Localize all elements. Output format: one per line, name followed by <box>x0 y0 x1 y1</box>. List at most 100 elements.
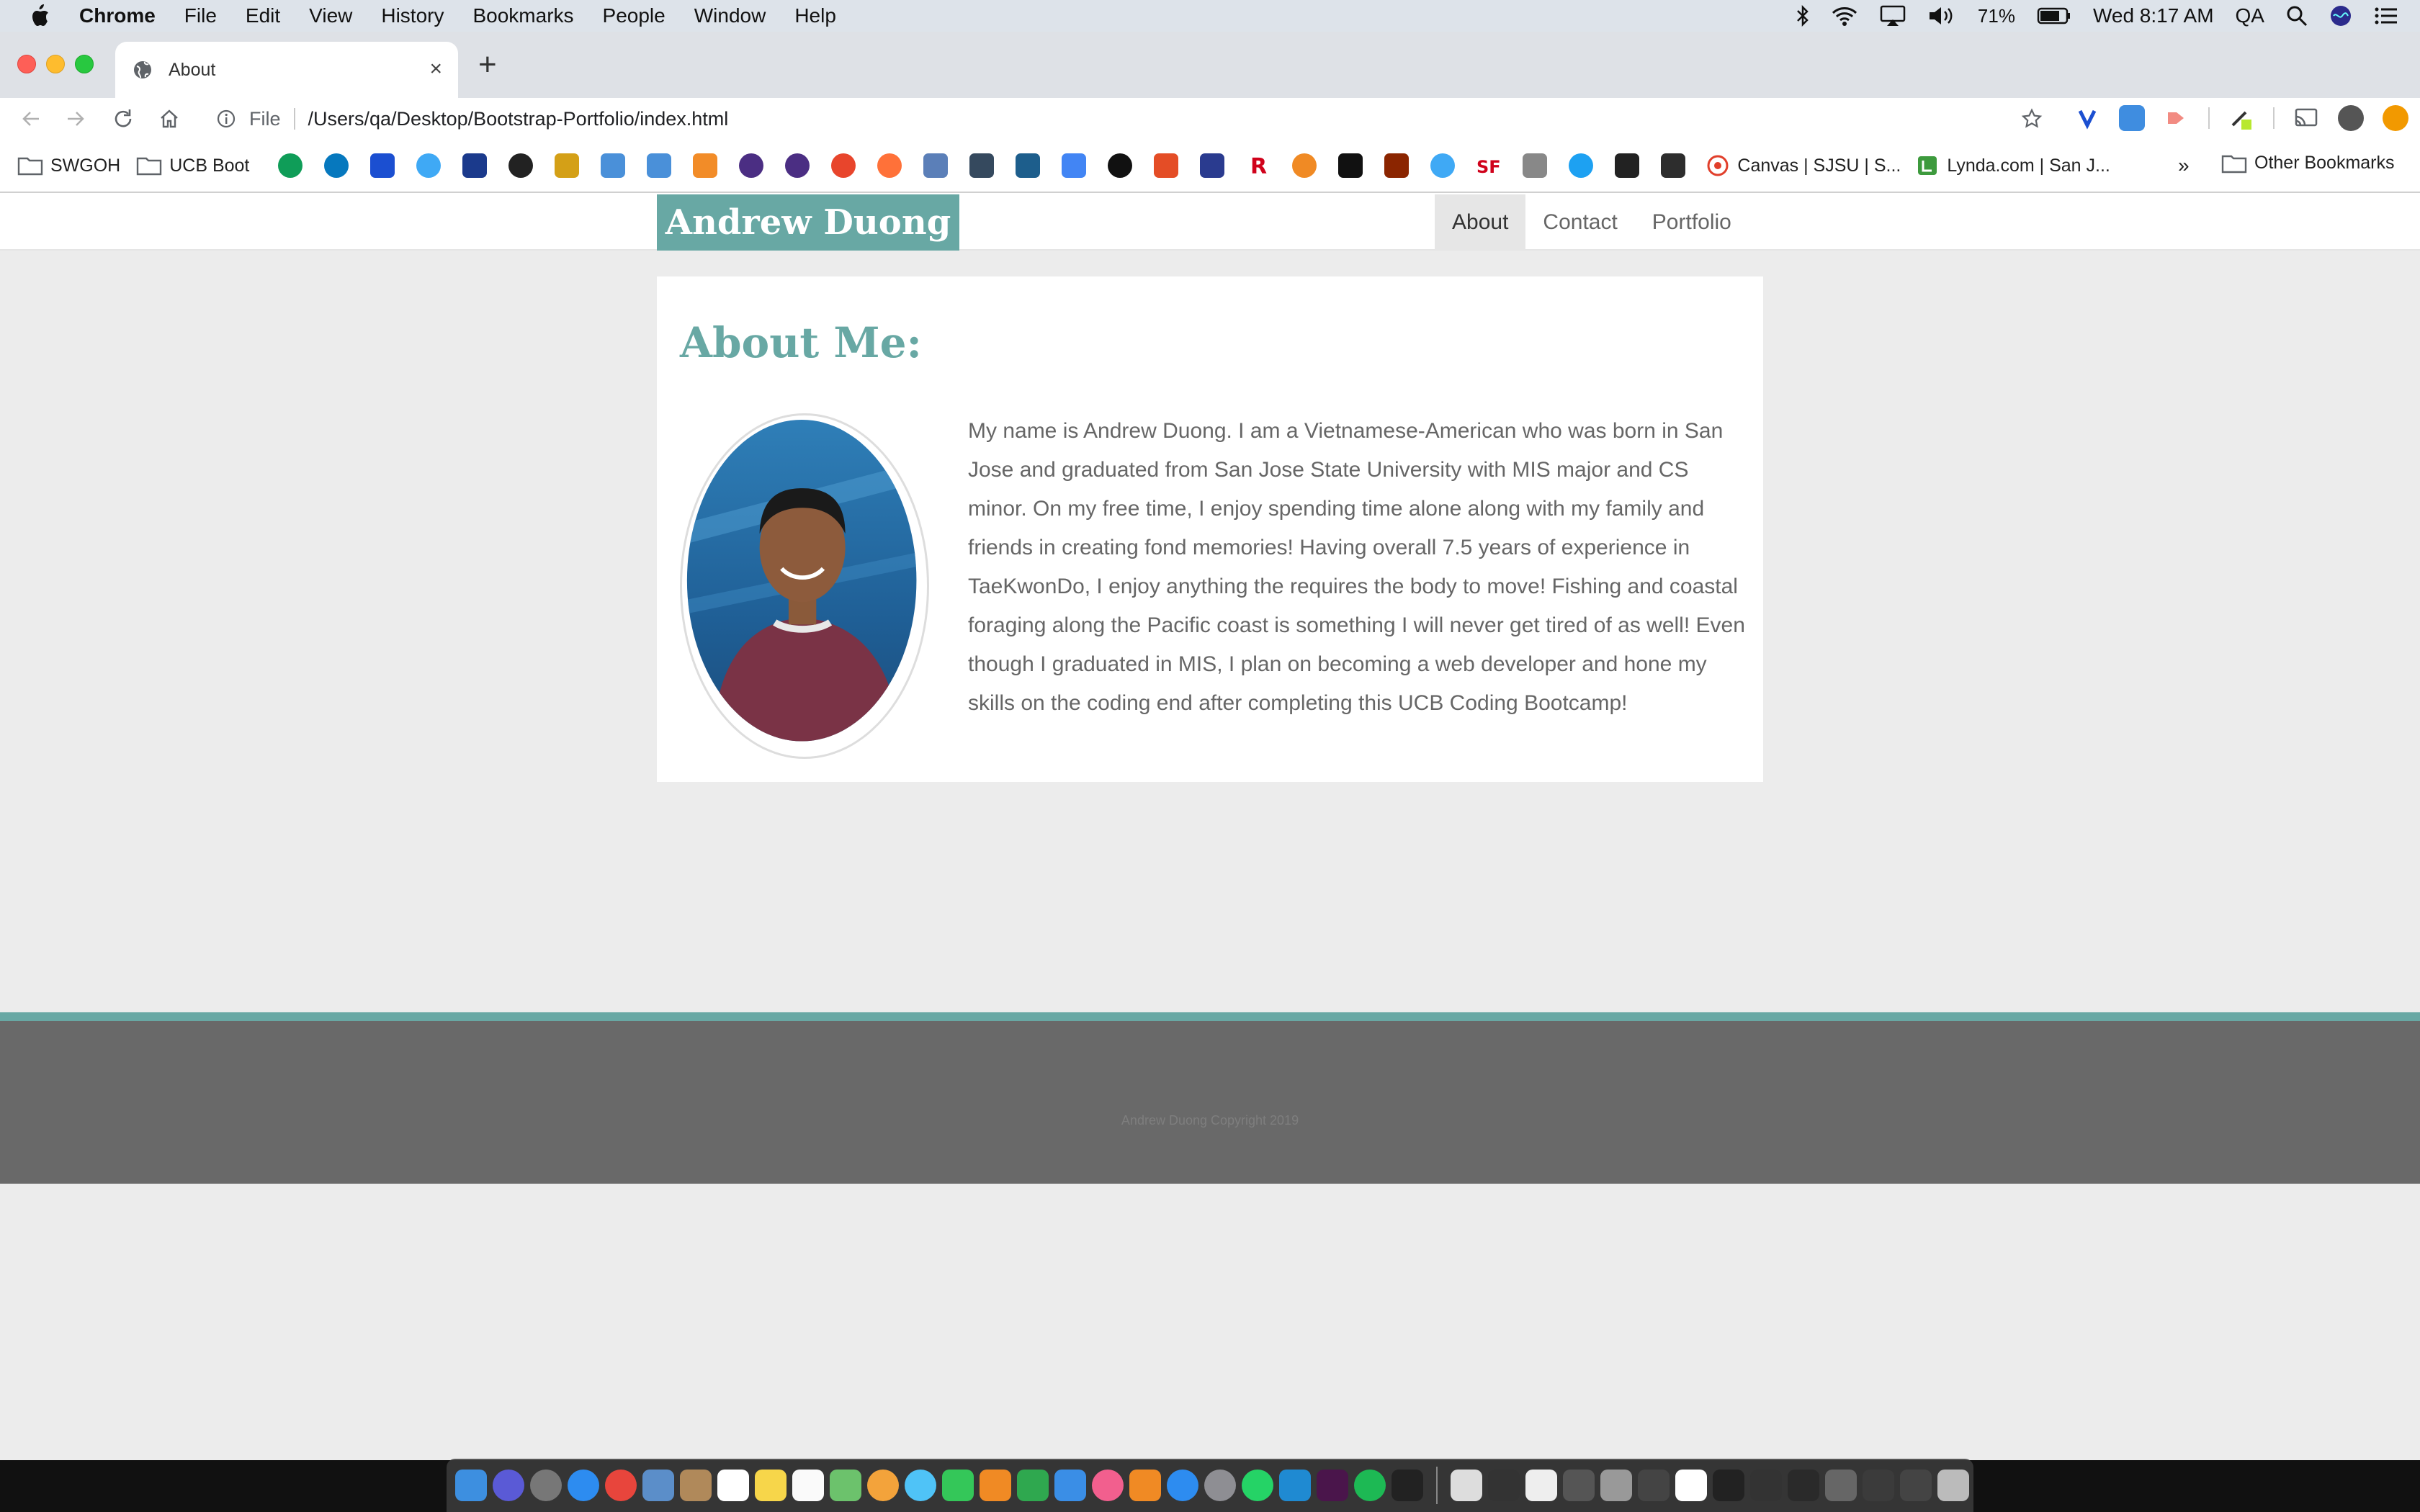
bookmarks-overflow-button[interactable]: » <box>2178 154 2190 177</box>
volume-icon[interactable] <box>1927 5 1956 27</box>
bookmark-lifering-icon[interactable] <box>831 153 856 178</box>
bookmark-att-icon[interactable] <box>416 153 442 178</box>
window-minimize-button[interactable] <box>46 55 65 73</box>
bookmark-fire-icon[interactable] <box>1384 153 1410 178</box>
bookmark-v-icon[interactable] <box>370 153 395 178</box>
bookmark-canvas[interactable]: Canvas | SJSU | S... <box>1707 155 1901 176</box>
bookmark-blue-square-icon[interactable] <box>462 153 488 178</box>
menu-window[interactable]: Window <box>694 4 766 27</box>
menubar-user[interactable]: QA <box>2236 4 2264 27</box>
bookmark-rd-icon[interactable] <box>601 153 626 178</box>
document-icon[interactable] <box>1451 1470 1482 1501</box>
reload-icon[interactable] <box>111 107 135 131</box>
bookmark-hm-icon[interactable] <box>1523 153 1548 178</box>
preview-icon[interactable] <box>642 1470 674 1501</box>
pages-icon[interactable] <box>980 1470 1011 1501</box>
bluetooth-icon[interactable] <box>1796 5 1809 27</box>
window-close-button[interactable] <box>17 55 36 73</box>
messages-icon[interactable] <box>905 1470 936 1501</box>
system-preferences-icon[interactable] <box>1204 1470 1236 1501</box>
vscode-icon[interactable] <box>1279 1470 1311 1501</box>
safari-icon[interactable] <box>568 1470 599 1501</box>
cast-icon[interactable] <box>2293 105 2319 131</box>
bookmark-rd2-icon[interactable] <box>647 153 672 178</box>
tab-close-icon[interactable]: × <box>429 58 442 80</box>
photos-icon[interactable] <box>867 1470 899 1501</box>
menubar-clock[interactable]: Wed 8:17 AM <box>2093 4 2214 27</box>
menu-help[interactable]: Help <box>794 4 836 27</box>
window-zoom-button[interactable] <box>75 55 94 73</box>
bookmark-lynda[interactable]: Lynda.com | San J... <box>1917 155 2110 176</box>
bookmark-twitter-icon[interactable] <box>1569 153 1594 178</box>
bookmark-sf-icon[interactable]: SF <box>1476 153 1502 178</box>
bookmark-swgoh[interactable]: SWGOH <box>17 156 120 176</box>
info-icon[interactable] <box>216 109 236 129</box>
battery-icon[interactable] <box>2037 6 2071 25</box>
bookmark-drupal-icon[interactable] <box>324 153 349 178</box>
contacts-icon[interactable] <box>680 1470 712 1501</box>
window-thumbnail-icon[interactable] <box>1713 1470 1744 1501</box>
menu-edit[interactable]: Edit <box>246 4 280 27</box>
bookmark-hangouts-icon[interactable] <box>278 153 303 178</box>
extension-share-icon[interactable] <box>2164 105 2190 131</box>
window-thumbnail-icon[interactable] <box>1900 1470 1932 1501</box>
app-store-icon[interactable] <box>1167 1470 1198 1501</box>
wifi-icon[interactable] <box>1831 6 1858 26</box>
url-text[interactable]: /Users/qa/Desktop/Bootstrap-Portfolio/in… <box>308 108 729 130</box>
maps-icon[interactable] <box>830 1470 861 1501</box>
bookmark-stripes-icon[interactable] <box>693 153 718 178</box>
bookmark-bw-icon[interactable] <box>1200 153 1225 178</box>
terminal-icon[interactable] <box>1392 1470 1423 1501</box>
address-bar[interactable]: File /Users/qa/Desktop/Bootstrap-Portfol… <box>205 102 2056 135</box>
menu-bookmarks[interactable]: Bookmarks <box>472 4 573 27</box>
window-thumbnail-icon[interactable] <box>1563 1470 1595 1501</box>
reminders-icon[interactable] <box>792 1470 824 1501</box>
notes-icon[interactable] <box>755 1470 786 1501</box>
window-thumbnail-icon[interactable] <box>1525 1470 1557 1501</box>
bookmark-pulse-icon[interactable] <box>1338 153 1363 178</box>
bookmark-tower-icon[interactable] <box>923 153 949 178</box>
finder-icon[interactable] <box>455 1470 487 1501</box>
siri-dock-icon[interactable] <box>493 1470 524 1501</box>
window-thumbnail-icon[interactable] <box>1488 1470 1520 1501</box>
profile-avatar[interactable] <box>2338 105 2364 131</box>
launchpad-icon[interactable] <box>530 1470 562 1501</box>
menu-history[interactable]: History <box>381 4 444 27</box>
apple-icon[interactable] <box>29 4 50 28</box>
window-thumbnail-icon[interactable] <box>1863 1470 1894 1501</box>
facetime-icon[interactable] <box>942 1470 974 1501</box>
extension-v-icon[interactable] <box>2074 105 2100 131</box>
whatsapp-icon[interactable] <box>1242 1470 1273 1501</box>
bookmark-ucb-boot[interactable]: UCB Boot <box>136 156 249 176</box>
bookmark-rss-icon[interactable] <box>1062 153 1087 178</box>
forward-icon[interactable] <box>63 107 88 131</box>
window-thumbnail-icon[interactable] <box>1638 1470 1670 1501</box>
window-thumbnail-icon[interactable] <box>1750 1470 1782 1501</box>
menu-chrome[interactable]: Chrome <box>79 4 156 27</box>
itunes-icon[interactable] <box>1092 1470 1124 1501</box>
nav-contact[interactable]: Contact <box>1525 194 1634 251</box>
bookmark-peace2-icon[interactable] <box>785 153 810 178</box>
bookmark-vue-icon[interactable] <box>969 153 995 178</box>
star-icon[interactable] <box>2021 108 2043 130</box>
extension-pen-icon[interactable] <box>2228 105 2254 131</box>
window-thumbnail-icon[interactable] <box>1675 1470 1707 1501</box>
trash-icon[interactable] <box>1937 1470 1969 1501</box>
bookmark-plane-icon[interactable] <box>1615 153 1640 178</box>
site-brand[interactable]: Andrew Duong <box>657 194 959 251</box>
bookmark-a-icon[interactable] <box>1016 153 1041 178</box>
nav-about[interactable]: About <box>1435 194 1526 251</box>
search-icon[interactable] <box>2286 5 2308 27</box>
airplay-icon[interactable] <box>1880 5 1906 27</box>
window-thumbnail-icon[interactable] <box>1788 1470 1819 1501</box>
window-thumbnail-icon[interactable] <box>1600 1470 1632 1501</box>
other-bookmarks[interactable]: Other Bookmarks <box>2221 153 2395 174</box>
keynote-icon[interactable] <box>1054 1470 1086 1501</box>
nav-portfolio[interactable]: Portfolio <box>1635 194 1749 251</box>
bookmark-game-icon[interactable] <box>1661 153 1686 178</box>
books-icon[interactable] <box>1129 1470 1161 1501</box>
window-thumbnail-icon[interactable] <box>1825 1470 1857 1501</box>
bookmark-basketball-icon[interactable] <box>1292 153 1317 178</box>
menu-file[interactable]: File <box>184 4 217 27</box>
control-center-icon[interactable] <box>2374 6 2398 25</box>
